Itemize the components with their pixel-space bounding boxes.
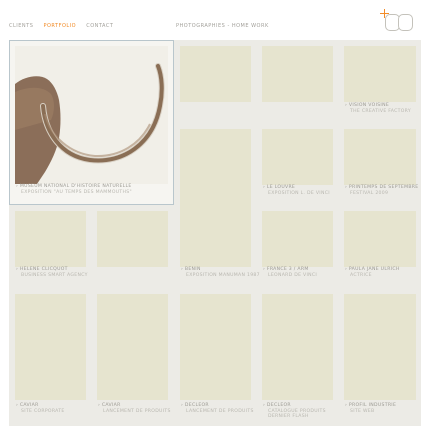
main-nav: CLIENTS PORTFOLIO CONTACT <box>9 23 121 29</box>
portfolio-item-le-louvre[interactable]: LE LOUVRE EXPOSITION L. DE VINCI <box>257 124 338 205</box>
nav-contact[interactable]: CONTACT <box>86 23 113 29</box>
portfolio-item-benin[interactable]: BENIN EXPOSITION MANUMAN 1987 <box>175 124 260 287</box>
nav-clients[interactable]: CLIENTS <box>9 23 33 29</box>
thumbnail <box>344 294 416 400</box>
portfolio-item-helene-clicquot[interactable]: HELENE CLICQUOT BUSINESS SMART AGENCY <box>10 206 91 287</box>
portfolio-item-caviar-corporate[interactable]: CAVIAR SITE CORPORATE <box>10 289 91 425</box>
project-title: PROFIL INDUSTRIE <box>345 403 396 409</box>
portfolio-item-printemps[interactable]: PRINTEMPS DE SEPTEMBRE FESTIVAL 2009 <box>339 124 421 205</box>
project-subtitle: SITE CORPORATE <box>21 408 65 414</box>
portfolio-item-france-3[interactable]: FRANCE 3 / ARM LEONARD DE VINCI <box>257 206 338 287</box>
project-subtitle: LANCEMENT DE PRODUITS <box>186 408 254 414</box>
portfolio-item[interactable] <box>92 206 173 287</box>
portfolio-item-museum[interactable]: MUSEUM NATIONAL D'HISTOIRE NATURELLE EXP… <box>9 40 174 205</box>
portfolio-item-decleor-catalogue[interactable]: DECLEOR CATALOGUE PRODUITS DERNIER FLASH <box>257 289 338 425</box>
thumbnail <box>97 211 168 267</box>
thumbnail <box>97 294 168 400</box>
portfolio-item-caviar-lancement[interactable]: CAVIAR LANCEMENT DE PRODUITS <box>92 289 173 425</box>
project-subtitle: EXPOSITION L. DE VINCI <box>268 190 330 196</box>
ring-icon <box>398 14 413 31</box>
thumbnail <box>180 294 251 400</box>
project-title: PRINTEMPS DE SEPTEMBRE <box>345 185 418 191</box>
portfolio-item-paula-jane-ulrich[interactable]: PAULA JANE ULRICH ACTRICE <box>339 206 421 287</box>
thumbnail <box>180 129 251 267</box>
thumbnail <box>262 129 333 185</box>
project-subtitle: BUSINESS SMART AGENCY <box>21 272 88 278</box>
thumbnail <box>180 46 251 102</box>
thumbnail <box>15 294 86 400</box>
portfolio-item-vision-voisine[interactable]: VISION VOISINE THE CREATIVE FACTORY <box>339 41 421 122</box>
thumbnail <box>262 294 333 400</box>
site-tagline: PHOTOGRAPHIES - HOME WORK <box>176 23 269 29</box>
portfolio-item[interactable] <box>175 41 256 122</box>
mammoth-photo <box>15 46 168 184</box>
thumbnail <box>344 211 416 267</box>
mammoth-image <box>15 63 165 184</box>
project-subtitle: FESTIVAL 2009 <box>350 190 389 196</box>
project-subtitle: CATALOGUE PRODUITS DERNIER FLASH <box>268 408 326 420</box>
project-subtitle: EXPOSITION "AU TEMPS DES MAMMOUTHS" <box>21 189 132 195</box>
portfolio-item-profil-industrie[interactable]: PROFIL INDUSTRIE SITE WEB <box>339 289 421 425</box>
thumbnail <box>344 129 416 185</box>
project-subtitle: LEONARD DE VINCI <box>268 272 318 278</box>
project-title: MUSEUM NATIONAL D'HISTOIRE NATURELLE <box>16 184 132 190</box>
portfolio-item[interactable] <box>257 41 338 122</box>
project-subtitle: EXPOSITION MANUMAN 1987 <box>186 272 260 278</box>
thumbnail <box>262 46 333 102</box>
project-subtitle: ACTRICE <box>350 272 372 278</box>
project-title: PAULA JANE ULRICH <box>345 267 400 273</box>
project-subtitle: SITE WEB <box>350 408 375 414</box>
thumbnail <box>262 211 333 267</box>
project-subtitle: THE CREATIVE FACTORY <box>350 108 411 114</box>
thumbnail <box>15 211 86 267</box>
project-subtitle: LANCEMENT DE PRODUITS <box>103 408 171 414</box>
portfolio-item-decleor-lancement[interactable]: DECLEOR LANCEMENT DE PRODUITS <box>175 289 256 425</box>
logo-icon[interactable] <box>380 9 416 33</box>
thumbnail <box>344 46 416 102</box>
portfolio-grid: MUSEUM NATIONAL D'HISTOIRE NATURELLE EXP… <box>9 40 421 426</box>
nav-portfolio[interactable]: PORTFOLIO <box>43 23 76 29</box>
